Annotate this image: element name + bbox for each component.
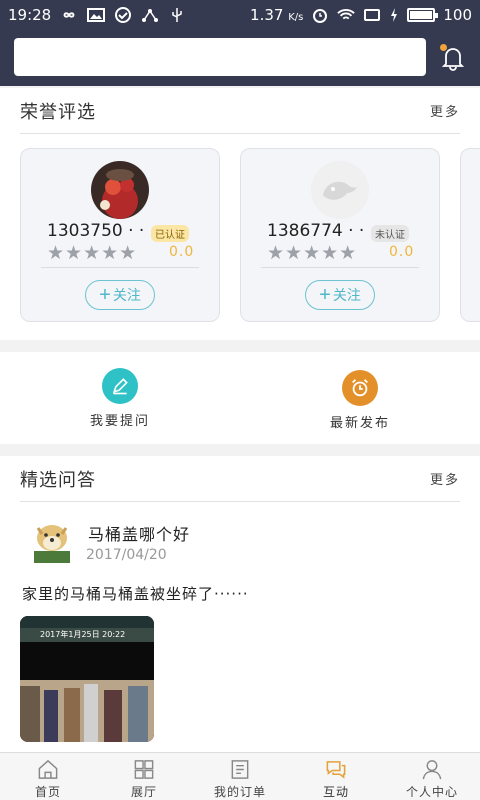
honor-card-list[interactable]: 1303750 · · 已认证 ★★★★★ 0.0 + 关注 1386774 · … xyxy=(0,134,480,334)
battery-icon xyxy=(407,8,439,22)
question-date: 2017/04/20 xyxy=(86,547,167,563)
order-icon xyxy=(231,760,249,779)
qa-section: 精选问答 更多 马桶盖哪个好 2017/04/20 家里的马桶马桶盖被坐碎了··… xyxy=(0,456,480,752)
latest-posts-button[interactable]: 最新发布 xyxy=(240,352,480,444)
image-caption: 2017年1月25日 20:22 xyxy=(40,630,126,639)
tab-label: 互动 xyxy=(322,785,349,799)
image-icon xyxy=(87,8,106,22)
plus-icon: + xyxy=(319,284,331,306)
tab-profile[interactable]: 个人中心 xyxy=(384,753,480,800)
tab-interaction[interactable]: 互动 xyxy=(288,753,384,800)
person-icon xyxy=(422,760,442,780)
plus-icon: + xyxy=(99,284,111,306)
section-title: 精选问答 xyxy=(20,469,96,491)
tab-label: 个人中心 xyxy=(405,785,458,799)
home-icon xyxy=(38,759,58,779)
search-input[interactable] xyxy=(14,38,426,76)
header xyxy=(0,30,480,86)
wifi-icon xyxy=(337,9,356,20)
verified-badge: 已认证 xyxy=(151,225,189,242)
honor-card-partial[interactable] xyxy=(460,148,480,322)
alarm-clock-icon xyxy=(342,369,378,406)
gallery-icon xyxy=(134,760,154,779)
rating-stars: ★★★★★ xyxy=(47,242,138,264)
user-name: 1303750 · · xyxy=(47,221,145,241)
honor-card[interactable]: 1386774 · · 未认证 ★★★★★ 0.0 + 关注 xyxy=(240,148,440,322)
check-circle-icon xyxy=(115,7,132,23)
honor-card[interactable]: 1303750 · · 已认证 ★★★★★ 0.0 + 关注 xyxy=(20,148,220,322)
follow-label: 关注 xyxy=(112,287,141,303)
status-bar: 19:28 1.37 K/s 100 xyxy=(0,0,480,30)
ask-question-button[interactable]: 我要提问 xyxy=(0,352,240,444)
notification-button[interactable] xyxy=(438,43,468,73)
question-body: 家里的马桶马桶盖被坐碎了······ xyxy=(22,585,249,603)
chat-icon xyxy=(326,761,346,779)
avatar xyxy=(311,161,369,219)
follow-button[interactable]: + 关注 xyxy=(305,280,375,310)
share-icon xyxy=(142,9,159,22)
window-icon xyxy=(364,9,381,21)
rating-score: 0.0 xyxy=(389,244,415,260)
avatar xyxy=(91,161,149,219)
clock: 19:28 xyxy=(8,6,52,24)
honor-section: 荣誉评选 更多 1303750 · · 已认证 ★★★★★ 0.0 + 关注 13… xyxy=(0,88,480,340)
tab-gallery[interactable]: 展厅 xyxy=(96,753,192,800)
rating-stars: ★★★★★ xyxy=(267,242,358,264)
divider xyxy=(41,267,199,268)
question-image[interactable]: 2017年1月25日 20:22 xyxy=(20,616,154,742)
action-label: 我要提问 xyxy=(89,413,150,429)
alarm-icon xyxy=(313,9,328,23)
follow-label: 关注 xyxy=(332,287,361,303)
battery-percent: 100 xyxy=(443,6,472,24)
more-link[interactable]: 更多 xyxy=(430,469,460,488)
charging-icon xyxy=(391,8,398,22)
user-name: 1386774 · · xyxy=(267,221,365,241)
notification-dot xyxy=(440,44,447,51)
tab-label: 首页 xyxy=(34,785,61,799)
tab-home[interactable]: 首页 xyxy=(0,753,96,800)
pencil-icon xyxy=(102,367,138,404)
battery-fill xyxy=(410,11,433,19)
section-title: 荣誉评选 xyxy=(20,101,96,123)
tab-bar: 首页 展厅 我的订单 互动 个人中心 xyxy=(0,752,480,800)
infinity-icon xyxy=(63,12,75,18)
unverified-badge: 未认证 xyxy=(371,225,409,242)
user-avatar xyxy=(28,518,76,566)
rating-score: 0.0 xyxy=(169,244,195,260)
usb-icon xyxy=(172,8,182,22)
more-link[interactable]: 更多 xyxy=(430,101,460,120)
tab-my-orders[interactable]: 我的订单 xyxy=(192,753,288,800)
action-label: 最新发布 xyxy=(329,415,390,431)
action-bar: 我要提问 最新发布 xyxy=(0,352,480,444)
network-speed: 1.37 K/s xyxy=(250,6,304,24)
tab-label: 展厅 xyxy=(130,785,157,799)
question-title: 马桶盖哪个好 xyxy=(88,525,191,544)
tab-label: 我的订单 xyxy=(213,785,266,799)
follow-button[interactable]: + 关注 xyxy=(85,280,155,310)
divider xyxy=(261,267,419,268)
